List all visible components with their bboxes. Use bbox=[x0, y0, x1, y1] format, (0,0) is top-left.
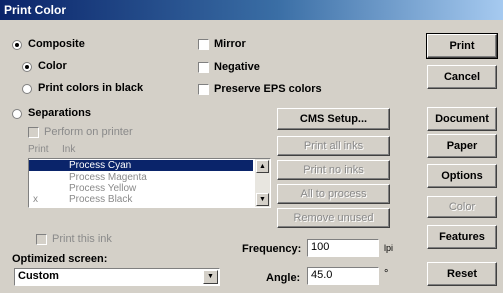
angle-unit: ° bbox=[384, 268, 389, 280]
reset-button[interactable]: Reset bbox=[427, 262, 497, 286]
ink-name: Process Yellow bbox=[69, 183, 137, 194]
perform-on-printer-label: Perform on printer bbox=[44, 126, 133, 138]
mirror-checkbox[interactable] bbox=[198, 39, 209, 50]
print-all-inks-button[interactable]: Print all inks bbox=[277, 136, 390, 156]
color-label: Color bbox=[38, 60, 67, 72]
chevron-down-icon[interactable]: ▼ bbox=[203, 270, 218, 284]
ink-name: Process Black bbox=[69, 194, 133, 205]
separations-label: Separations bbox=[28, 107, 91, 119]
composite-radio[interactable] bbox=[12, 40, 22, 50]
print-color-dialog: Print Color Composite Color Print colors… bbox=[0, 0, 503, 293]
features-button[interactable]: Features bbox=[427, 225, 497, 249]
color-button[interactable]: Color bbox=[427, 196, 497, 218]
ink-col-ink-header: Ink bbox=[62, 144, 76, 155]
separations-radio[interactable] bbox=[12, 109, 22, 119]
frequency-label: Frequency: bbox=[242, 243, 302, 255]
remove-unused-button[interactable]: Remove unused bbox=[277, 208, 390, 228]
ink-row[interactable]: Process Yellow bbox=[29, 183, 253, 194]
window-title: Print Color bbox=[4, 3, 66, 17]
preserve-eps-colors-label: Preserve EPS colors bbox=[214, 83, 322, 95]
perform-on-printer-checkbox[interactable] bbox=[28, 127, 39, 138]
print-this-ink-label: Print this ink bbox=[52, 233, 112, 245]
ink-list-scrollbar[interactable]: ▲ ▼ bbox=[255, 159, 270, 207]
print-this-ink-checkbox[interactable] bbox=[36, 234, 47, 245]
ink-row[interactable]: x Process Black bbox=[29, 194, 253, 205]
print-colors-in-black-radio[interactable] bbox=[22, 84, 32, 94]
ink-name: Process Cyan bbox=[69, 160, 132, 171]
color-radio[interactable] bbox=[22, 62, 32, 72]
ink-mark: x bbox=[33, 194, 38, 205]
negative-checkbox[interactable] bbox=[198, 62, 209, 73]
mirror-label: Mirror bbox=[214, 38, 246, 50]
ink-name: Process Magenta bbox=[69, 172, 147, 183]
angle-label: Angle: bbox=[266, 272, 301, 284]
cancel-button[interactable]: Cancel bbox=[427, 65, 497, 89]
all-to-process-button[interactable]: All to process bbox=[277, 184, 390, 204]
optimized-screen-label: Optimized screen: bbox=[12, 253, 108, 265]
optimized-screen-select[interactable]: Custom ▼ bbox=[14, 268, 220, 286]
print-no-inks-button[interactable]: Print no inks bbox=[277, 160, 390, 180]
ink-list[interactable]: Process Cyan Process Magenta Process Yel… bbox=[28, 158, 271, 208]
frequency-input[interactable]: 100 bbox=[307, 239, 379, 257]
title-bar: Print Color bbox=[0, 0, 503, 20]
optimized-screen-value: Custom bbox=[18, 270, 59, 282]
preserve-eps-colors-checkbox[interactable] bbox=[198, 84, 209, 95]
options-button[interactable]: Options bbox=[427, 164, 497, 188]
cms-setup-button[interactable]: CMS Setup... bbox=[277, 108, 390, 130]
frequency-unit: lpi bbox=[384, 243, 394, 253]
scroll-down-icon[interactable]: ▼ bbox=[256, 193, 269, 206]
ink-col-print-header: Print bbox=[28, 144, 49, 155]
negative-label: Negative bbox=[214, 61, 260, 73]
angle-input[interactable]: 45.0 bbox=[307, 267, 379, 285]
paper-button[interactable]: Paper bbox=[427, 134, 497, 158]
composite-label: Composite bbox=[28, 38, 85, 50]
document-button[interactable]: Document bbox=[427, 107, 497, 131]
ink-row[interactable]: Process Magenta bbox=[29, 172, 253, 183]
print-colors-in-black-label: Print colors in black bbox=[38, 82, 144, 94]
scroll-up-icon[interactable]: ▲ bbox=[256, 160, 269, 173]
print-button[interactable]: Print bbox=[426, 33, 498, 59]
ink-row[interactable]: Process Cyan bbox=[29, 160, 253, 171]
